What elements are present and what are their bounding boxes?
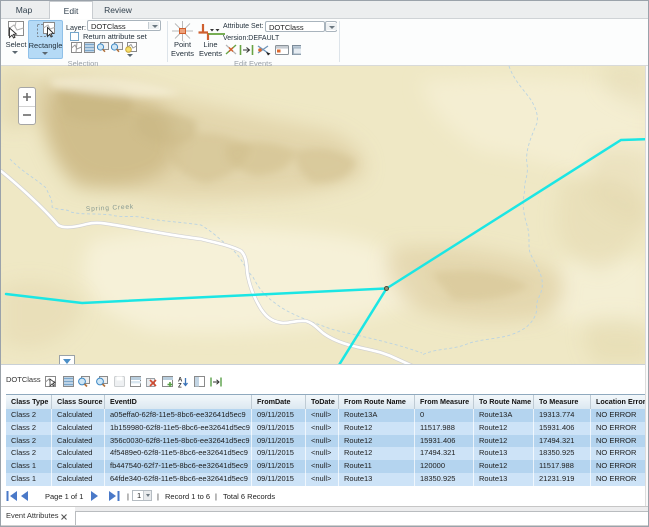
svg-text:Z: Z: [178, 384, 182, 389]
